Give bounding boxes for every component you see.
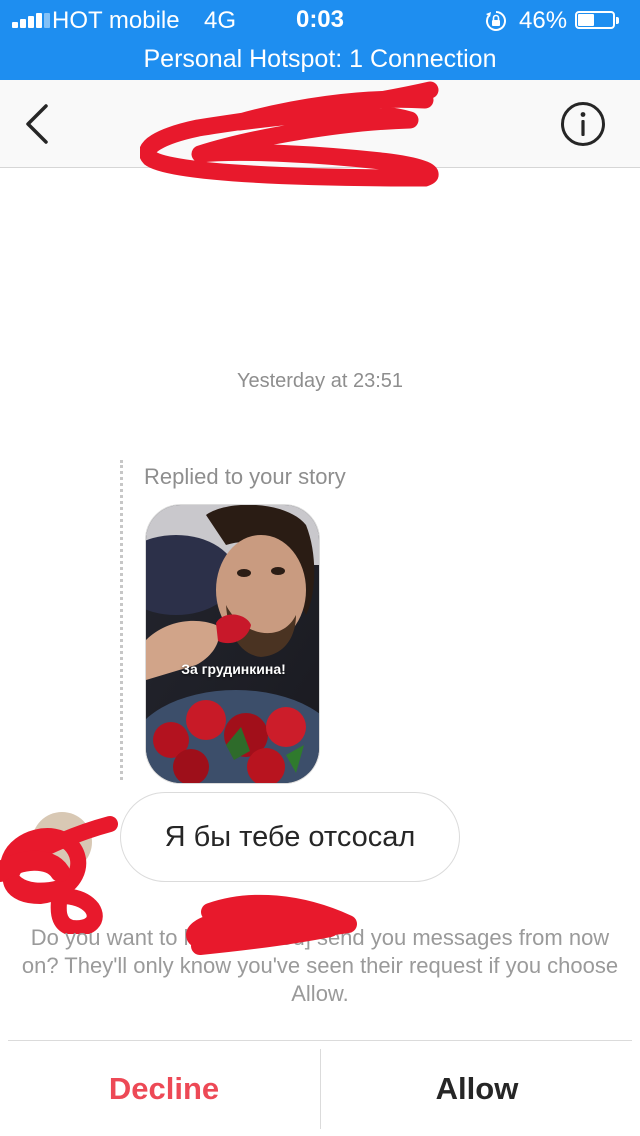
story-sticker-text: За грудинкина!	[181, 661, 286, 677]
thread-header	[0, 80, 640, 168]
allow-button[interactable]: Allow	[321, 1049, 633, 1129]
info-icon[interactable]	[560, 101, 606, 147]
hotspot-banner[interactable]: Personal Hotspot: 1 Connection	[0, 40, 640, 80]
story-photo	[146, 505, 319, 783]
chevron-left-icon[interactable]	[18, 102, 58, 146]
battery-percent: 46%	[519, 7, 568, 34]
story-reply-caption: Replied to your story	[144, 464, 346, 489]
status-bar: HOT mobile 4G 0:03 46%	[0, 0, 640, 40]
message-bubble[interactable]: Я бы тебе отсосал	[120, 792, 460, 882]
action-divider	[8, 1040, 632, 1041]
story-thumbnail[interactable]: За грудинкина!	[145, 504, 320, 784]
story-reply-rule	[120, 460, 123, 780]
lock-rotation-icon	[486, 11, 506, 31]
message-timestamp: Yesterday at 23:51	[236, 370, 404, 392]
sender-avatar[interactable]	[32, 812, 92, 872]
decline-button[interactable]: Decline	[8, 1049, 320, 1129]
battery-icon	[575, 11, 623, 31]
message-request-prompt: Do you want to let [redacted] send you m…	[21, 925, 619, 1006]
